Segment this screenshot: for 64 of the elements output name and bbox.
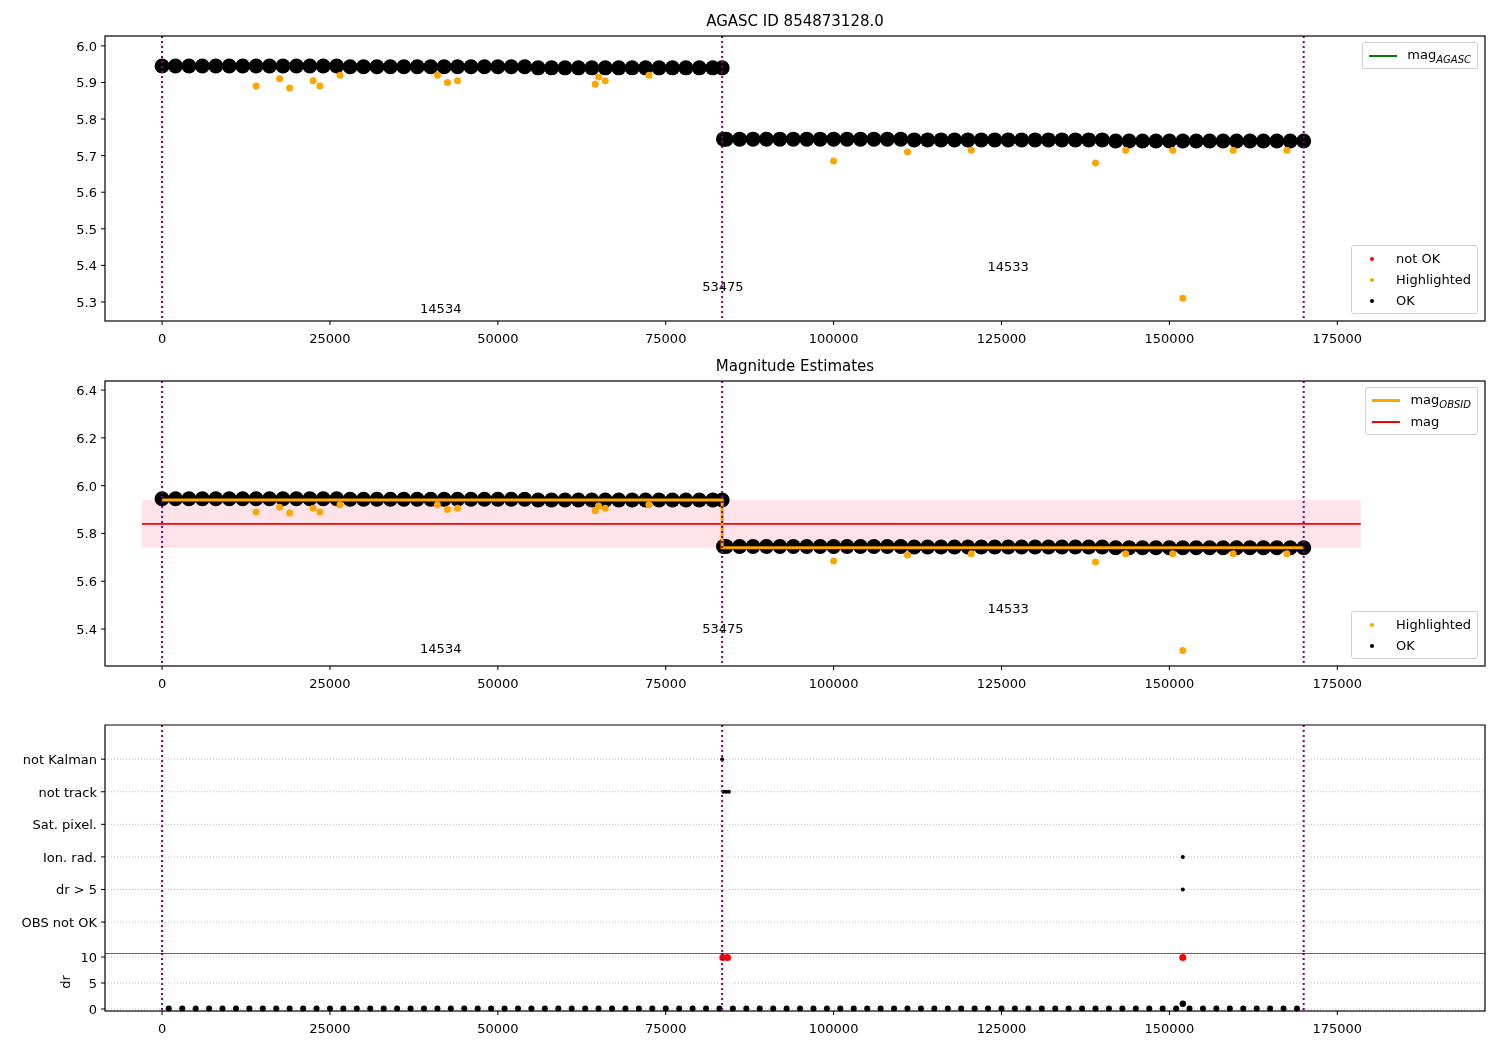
tick-label: 25000 <box>309 331 351 345</box>
tick-label: 125000 <box>976 676 1027 691</box>
legend-label: mag$_{AGASC}$ <box>1407 46 1471 65</box>
row-label: not track <box>38 784 97 800</box>
legend-label: OK <box>1396 638 1415 653</box>
tick-label: 0 <box>157 331 167 345</box>
tick-label: 5.5 <box>76 221 97 237</box>
tick-label: 150000 <box>1144 676 1195 691</box>
tick-label: 75000 <box>645 331 687 345</box>
tick-label: 6.2 <box>76 430 97 446</box>
tick-label: 100000 <box>808 331 859 345</box>
row-label: Ion. rad. <box>43 849 97 865</box>
tick-label: 175000 <box>1312 676 1363 691</box>
tick-label: 5 <box>88 976 97 991</box>
legend-label: Highlighted <box>1396 617 1471 632</box>
tick-label: 125000 <box>976 1021 1027 1036</box>
tick-label: 10 <box>80 953 97 965</box>
chart-title: AGASC ID 854873128.0 <box>706 12 884 30</box>
legend-label: OK <box>1396 293 1415 308</box>
tick-label: 0 <box>88 1002 97 1017</box>
annotation-label: 14533 <box>987 258 1029 274</box>
tick-label: 5.4 <box>76 258 97 274</box>
chart-title: Magnitude Estimates <box>715 357 875 375</box>
row-label: OBS not OK <box>21 915 97 931</box>
row-label: Sat. pixel. <box>32 817 97 833</box>
legend-label: not OK <box>1396 251 1441 266</box>
row-label: not Kalman <box>22 752 97 768</box>
legend-label: Highlighted <box>1396 272 1471 287</box>
row-label: dr > 5 <box>55 882 97 898</box>
tick-label: 25000 <box>309 676 351 691</box>
tick-label: 5.4 <box>76 621 97 637</box>
tick-label: 50000 <box>477 331 519 345</box>
tick-label: 0 <box>157 676 167 691</box>
tick-label: 5.9 <box>76 75 97 91</box>
tick-label: 175000 <box>1312 1021 1363 1036</box>
tick-label: 100000 <box>808 676 859 691</box>
tick-label: 5.3 <box>76 295 97 310</box>
tick-label: 175000 <box>1312 331 1363 345</box>
legend-label: mag$_{OBSID}$ <box>1410 391 1471 410</box>
tick-label: 6.0 <box>76 38 97 54</box>
tick-label: 50000 <box>477 676 519 691</box>
tick-label: 0 <box>157 1021 167 1036</box>
tick-label: 150000 <box>1144 331 1195 345</box>
tick-label: 75000 <box>645 676 687 691</box>
tick-label: 100000 <box>808 1021 859 1036</box>
tick-label: 150000 <box>1144 1021 1195 1036</box>
tick-label: 125000 <box>976 331 1027 345</box>
tick-label: 5.8 <box>76 112 97 128</box>
tick-label: 75000 <box>645 1021 687 1036</box>
annotation-label: 53475 <box>702 279 744 294</box>
annotation-label: 53475 <box>702 620 744 636</box>
axis-label: dr <box>58 975 73 989</box>
tick-label: 5.6 <box>76 574 97 590</box>
tick-label: 6.0 <box>76 478 97 494</box>
legend-label: mag <box>1410 414 1440 429</box>
annotation-label: 14534 <box>420 640 462 656</box>
annotation-label: 14533 <box>987 601 1029 617</box>
tick-label: 5.6 <box>76 185 97 201</box>
tick-label: 5.8 <box>76 526 97 542</box>
annotation-label: 14534 <box>420 300 462 316</box>
tick-label: 50000 <box>477 1021 519 1036</box>
tick-label: 6.4 <box>76 383 97 399</box>
tick-label: 5.7 <box>76 148 97 164</box>
tick-label: 25000 <box>309 1021 351 1036</box>
